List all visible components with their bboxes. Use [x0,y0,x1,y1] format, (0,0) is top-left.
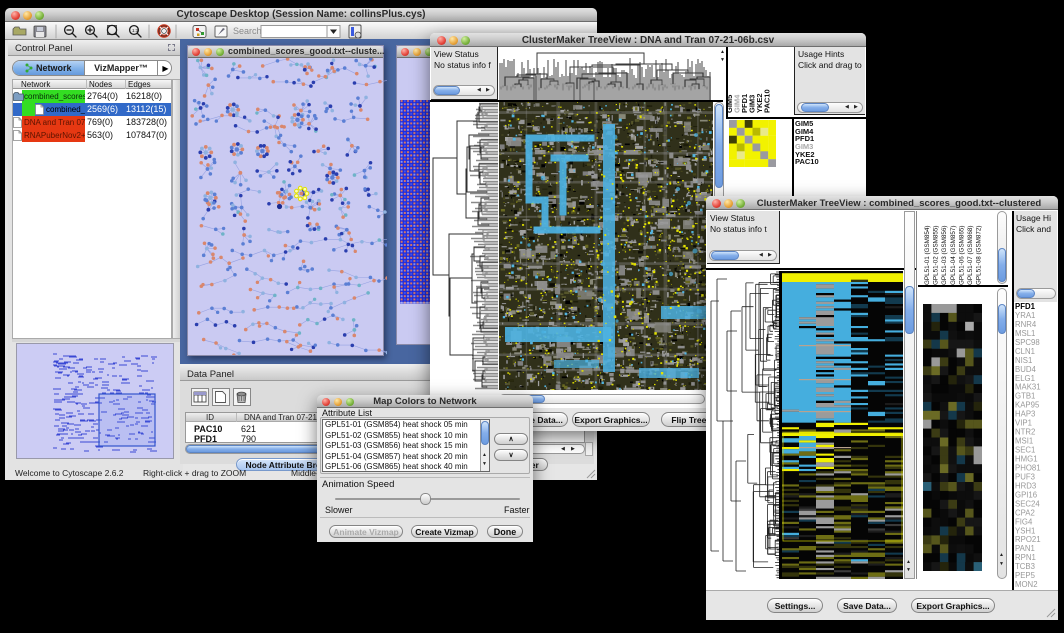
svg-text:YRA1: YRA1 [1015,311,1035,320]
svg-text:CPA2: CPA2 [1015,508,1035,517]
svg-text:SEC24: SEC24 [1015,499,1040,508]
svg-text:PAC10: PAC10 [763,89,772,113]
svg-text:GPL51-04 (GSM857): GPL51-04 (GSM857) [950,226,957,286]
svg-text:CLN1: CLN1 [1015,347,1035,356]
svg-text:PFD1: PFD1 [1015,302,1036,311]
svg-text:FIG4: FIG4 [1015,517,1033,526]
svg-text:NIS1: NIS1 [1015,356,1032,365]
svg-text:KAP95: KAP95 [1015,401,1040,410]
svg-text:1:1: 1:1 [132,28,139,33]
svg-text:GPL51-03 (GSM856): GPL51-03 (GSM856) [941,226,948,286]
svg-text:RPN1: RPN1 [1015,553,1036,562]
svg-text:HMG1: HMG1 [1015,455,1038,464]
svg-text:GPL51-02 (GSM855): GPL51-02 (GSM855) [933,226,940,286]
svg-text:GPL51-01 (GSM854): GPL51-01 (GSM854) [924,226,931,286]
svg-text:PUF3: PUF3 [1015,472,1035,481]
svg-text:MSL1: MSL1 [1015,329,1035,338]
svg-text:MSI1: MSI1 [1015,437,1033,446]
svg-text:PAN1: PAN1 [1015,544,1035,553]
svg-text:ELG1: ELG1 [1015,374,1035,383]
svg-text:GPL51-06 (GSM865): GPL51-06 (GSM865) [958,226,965,286]
svg-text:VIP1: VIP1 [1015,419,1032,428]
svg-text:HRD3: HRD3 [1015,481,1036,490]
svg-text:PHO81: PHO81 [1015,464,1041,473]
svg-text:GPI16: GPI16 [1015,490,1037,499]
svg-text:RNR4: RNR4 [1015,320,1037,329]
svg-text:PEP5: PEP5 [1015,571,1036,580]
svg-text:BUD4: BUD4 [1015,365,1036,374]
svg-text:GPL51-07 (GSM868): GPL51-07 (GSM868) [967,226,974,286]
svg-text:NTR2: NTR2 [1015,428,1035,437]
svg-text:YSH1: YSH1 [1015,526,1035,535]
svg-text:HAP3: HAP3 [1015,410,1035,419]
svg-text:Search:: Search: [233,26,264,36]
svg-text:GPL51-08 (GSM872): GPL51-08 (GSM872) [976,226,983,286]
svg-text:RPO21: RPO21 [1015,535,1041,544]
svg-text:TCB3: TCB3 [1015,562,1035,571]
svg-text:SEC1: SEC1 [1015,446,1035,455]
svg-text:GTB1: GTB1 [1015,392,1035,401]
svg-text:MAK31: MAK31 [1015,383,1041,392]
svg-text:SPC98: SPC98 [1015,338,1040,347]
svg-text:MON2: MON2 [1015,580,1038,589]
